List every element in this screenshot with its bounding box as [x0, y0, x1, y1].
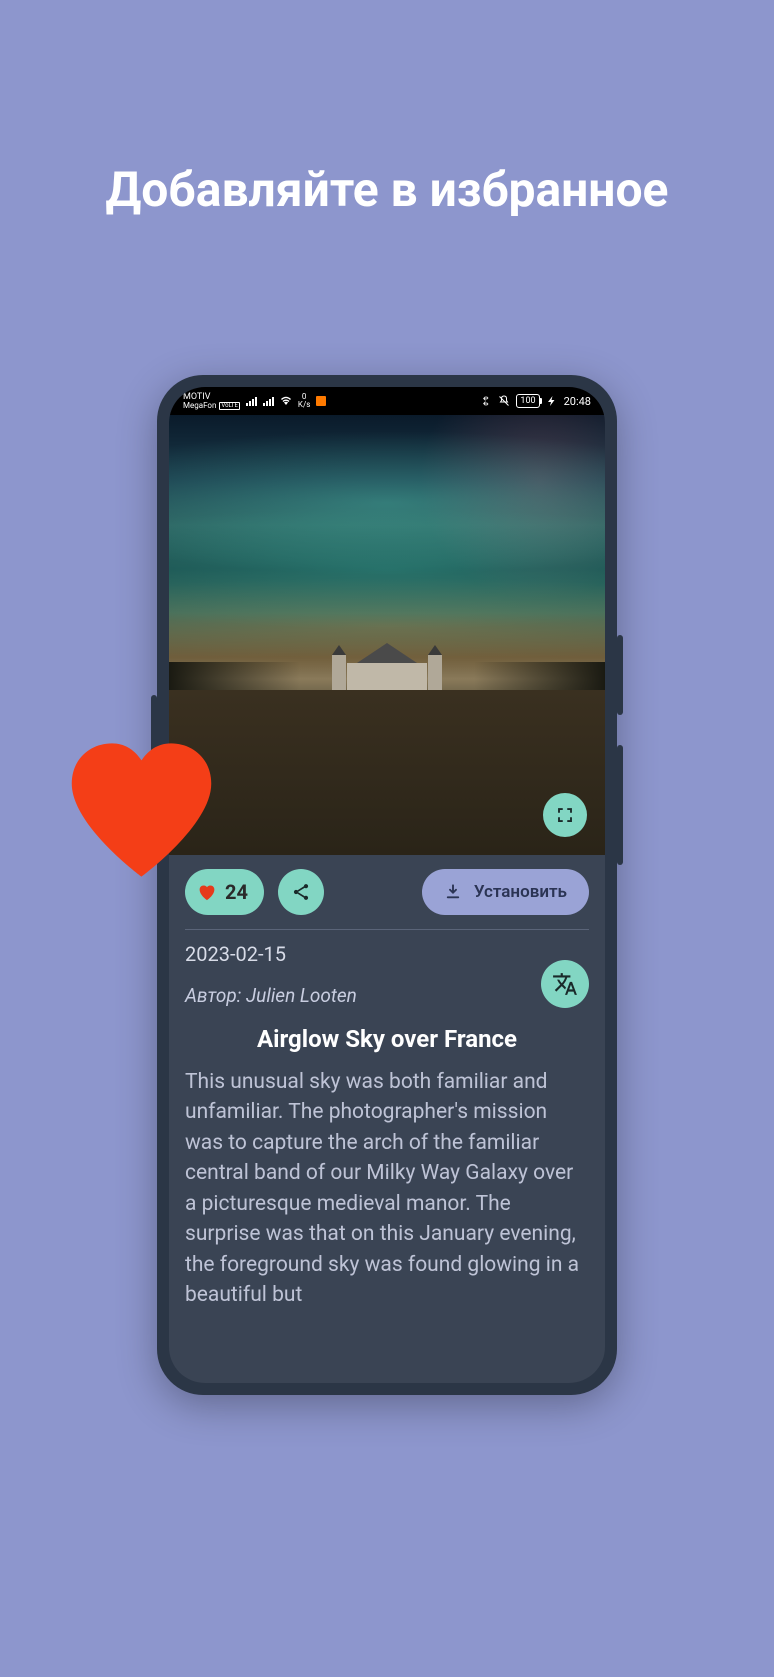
phone-frame: MOTIV MegaFonVoLTE 0K/s 100 20:48 — [157, 375, 617, 1395]
volte-badge: VoLTE — [219, 402, 240, 410]
promo-title: Добавляйте в избранное — [0, 0, 774, 220]
status-indicator-icon — [316, 396, 326, 406]
article-title: Airglow Sky over France — [169, 1021, 605, 1067]
publish-date: 2023-02-15 — [185, 942, 589, 966]
status-time: 20:48 — [564, 395, 591, 408]
charging-icon — [546, 395, 558, 407]
install-label: Установить — [474, 882, 567, 902]
download-icon — [444, 883, 462, 901]
translate-button[interactable] — [541, 960, 589, 1008]
translate-icon — [552, 971, 578, 997]
mute-icon — [498, 395, 510, 407]
battery-indicator: 100 — [516, 394, 539, 408]
fullscreen-icon — [556, 806, 574, 824]
phone-side-button — [617, 635, 623, 715]
actions-row: 24 Установить — [169, 855, 605, 929]
bluetooth-icon — [480, 395, 492, 407]
author-line: Автор: Julien Looten — [185, 984, 589, 1007]
wifi-icon — [280, 395, 292, 407]
status-bar: MOTIV MegaFonVoLTE 0K/s 100 20:48 — [169, 387, 605, 415]
hero-image[interactable] — [169, 415, 605, 855]
net-speed: 0K/s — [298, 393, 310, 409]
phone-side-button — [617, 745, 623, 865]
signal-icon — [263, 397, 274, 406]
share-button[interactable] — [278, 869, 324, 915]
article-body: This unusual sky was both familiar and u… — [169, 1067, 605, 1311]
share-icon — [291, 882, 311, 902]
install-button[interactable]: Установить — [422, 869, 589, 915]
status-carrier: MegaFon — [183, 402, 216, 410]
favorite-heart-overlay — [64, 740, 219, 880]
signal-icon — [246, 397, 257, 406]
fullscreen-button[interactable] — [543, 793, 587, 837]
heart-icon — [197, 883, 217, 901]
like-count: 24 — [225, 880, 248, 904]
meta-section: 2023-02-15 Автор: Julien Looten — [169, 930, 605, 1007]
phone-screen: MOTIV MegaFonVoLTE 0K/s 100 20:48 — [169, 387, 605, 1383]
